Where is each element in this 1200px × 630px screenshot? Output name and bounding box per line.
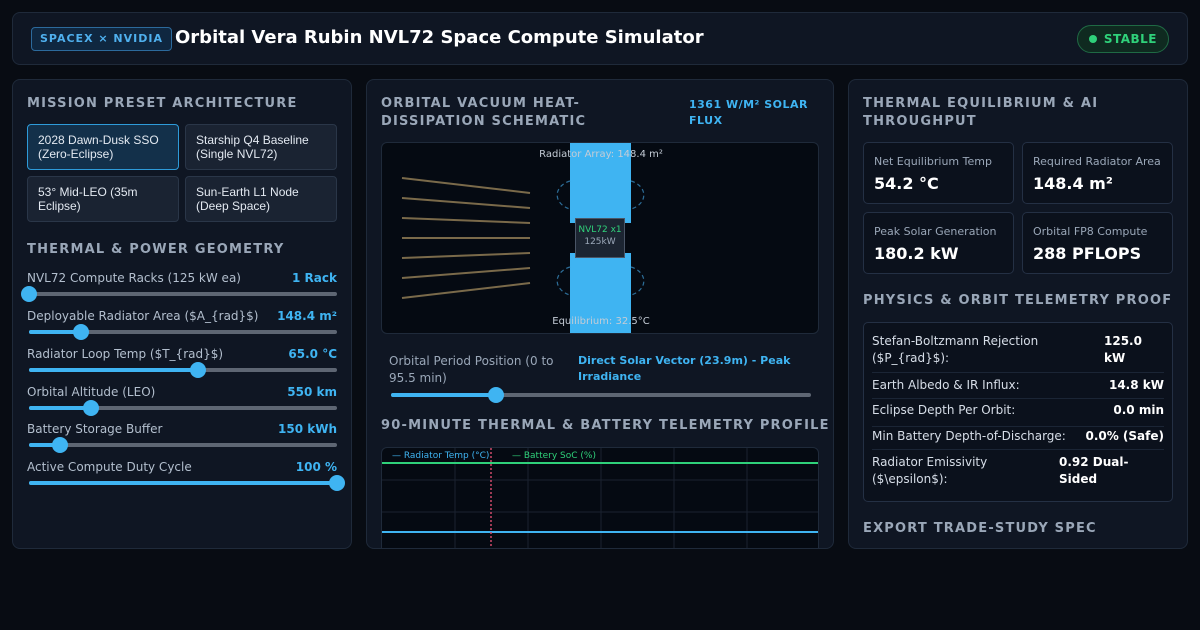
proof-section-title: PHYSICS & ORBIT TELEMETRY PROOF (863, 293, 1173, 308)
status-text: STABLE (1103, 32, 1157, 46)
altitude-slider-value: 550 km (287, 385, 337, 399)
status-dot-icon (1088, 35, 1097, 43)
metric-label: Peak Solar Generation (874, 225, 997, 238)
battery-slider[interactable] (29, 437, 337, 453)
proof-label: Stefan-Boltzmann Rejection ($P_{rad}$): (872, 334, 1039, 365)
app-header: SPACEX × NVIDIA Orbital Vera Rubin NVL72… (12, 12, 1188, 65)
slider-thumb[interactable] (190, 362, 207, 378)
table-row: Min Battery Depth-of-Discharge: 0.0% (Sa… (872, 428, 1164, 450)
equilibrium-section-title: THERMAL EQUILIBRIUM & AI THROUGHPUT (863, 96, 1099, 129)
orbit-position-label: Orbital Period Position (0 to 95.5 min) (389, 354, 554, 385)
racks-slider[interactable] (21, 286, 337, 302)
slider-thumb[interactable] (21, 286, 37, 302)
equilibrium-label: Equilibrium: 32.5°C (552, 316, 650, 327)
solar-flux-badge: 1361 W/M² SOLAR FLUX (689, 98, 808, 127)
metric-card-radiator-area: Required Radiator Area 148.4 m² (1022, 142, 1173, 204)
preset-button-dawn-dusk-sso[interactable]: 2028 Dawn-Dusk SSO (Zero-Eclipse) (27, 124, 179, 170)
altitude-slider[interactable] (29, 400, 337, 416)
legend-radiator-temp: — Radiator Temp (°C) (392, 451, 490, 461)
solar-vector-label: Direct Solar Vector (23.9m) - Peak Irrad… (578, 354, 791, 383)
slider-thumb[interactable] (82, 400, 99, 416)
preset-button-mid-leo[interactable]: 53° Mid-LEO (35m Eclipse) (27, 176, 179, 222)
proof-label: Earth Albedo & IR Influx: (872, 378, 1020, 392)
radiator-array-label: Radiator Array: 148.4 m² (539, 149, 663, 160)
heat-dissipation-schematic: Radiator Array: 148.4 m² NVL72 x1 125kW … (381, 142, 819, 334)
altitude-slider-label: Orbital Altitude (LEO) (27, 385, 156, 399)
slider-thumb[interactable] (488, 387, 504, 403)
metric-value: 288 PFLOPS (1033, 244, 1142, 263)
schematic-section-title: ORBITAL VACUUM HEAT-DISSIPATION SCHEMATI… (381, 96, 587, 129)
proof-value: 125.0 kW (1104, 334, 1142, 365)
metric-value: 54.2 °C (874, 174, 939, 193)
proof-label: Min Battery Depth-of-Discharge: (872, 429, 1066, 443)
proof-value: 0.0% (Safe) (1085, 429, 1164, 443)
slider-thumb[interactable] (329, 475, 345, 491)
slider-fill (391, 393, 496, 397)
solar-ray-icons (401, 177, 531, 299)
geometry-section-title: THERMAL & POWER GEOMETRY (27, 242, 285, 257)
coolant-loop-icon (630, 180, 645, 210)
proof-value: 0.0 min (1113, 403, 1164, 417)
proof-value: 0.92 Dual-Sided (1059, 455, 1129, 486)
metric-card-fp8-compute: Orbital FP8 Compute 288 PFLOPS (1022, 212, 1173, 274)
table-row: Radiator Emissivity ($\epsilon$): 0.92 D… (872, 454, 1164, 494)
legend-battery-soc: — Battery SoC (%) (512, 451, 596, 461)
table-row: Stefan-Boltzmann Rejection ($P_{rad}$): … (872, 333, 1164, 373)
loop-temp-slider-value: 65.0 °C (288, 347, 337, 361)
schematic-panel: ORBITAL VACUUM HEAT-DISSIPATION SCHEMATI… (366, 79, 834, 549)
metric-value: 180.2 kW (874, 244, 959, 263)
slider-thumb[interactable] (51, 437, 68, 453)
table-row: Eclipse Depth Per Orbit: 0.0 min (872, 402, 1164, 427)
orbit-position-slider[interactable] (391, 387, 811, 403)
battery-slider-value: 150 kWh (278, 422, 337, 436)
preset-button-starship-q4[interactable]: Starship Q4 Baseline (Single NVL72) (185, 124, 337, 170)
telemetry-plot (382, 448, 818, 548)
mission-config-panel: MISSION PRESET ARCHITECTURE 2028 Dawn-Du… (12, 79, 352, 549)
telemetry-section-title: 90-MINUTE THERMAL & BATTERY TELEMETRY PR… (381, 418, 830, 433)
table-row: Earth Albedo & IR Influx: 14.8 kW (872, 377, 1164, 399)
telemetry-proof-table: Stefan-Boltzmann Rejection ($P_{rad}$): … (863, 322, 1173, 502)
slider-thumb[interactable] (73, 324, 90, 340)
coolant-loop-icon (556, 266, 571, 296)
preset-button-l1-node[interactable]: Sun-Earth L1 Node (Deep Space) (185, 176, 337, 222)
loop-temp-slider[interactable] (29, 362, 337, 378)
battery-slider-label: Battery Storage Buffer (27, 422, 163, 436)
metric-card-solar-generation: Peak Solar Generation 180.2 kW (863, 212, 1014, 274)
preset-section-title: MISSION PRESET ARCHITECTURE (27, 96, 298, 111)
metric-label: Orbital FP8 Compute (1033, 225, 1148, 238)
metric-card-equilibrium-temp: Net Equilibrium Temp 54.2 °C (863, 142, 1014, 204)
duty-cycle-slider-label: Active Compute Duty Cycle (27, 460, 192, 474)
export-section-title: EXPORT TRADE-STUDY SPEC (863, 521, 1097, 536)
duty-cycle-slider-value: 100 % (295, 460, 337, 474)
brand-badge: SPACEX × NVIDIA (31, 27, 172, 51)
coolant-loop-icon (556, 180, 571, 210)
telemetry-chart: — Radiator Temp (°C) — Battery SoC (%) (381, 447, 819, 548)
racks-slider-value: 1 Rack (292, 271, 337, 285)
status-badge: STABLE (1076, 25, 1169, 53)
metric-label: Required Radiator Area (1033, 155, 1161, 168)
proof-label: Radiator Emissivity ($\epsilon$): (872, 455, 988, 486)
compute-rack-block: NVL72 x1 125kW (575, 218, 625, 258)
radiator-area-slider-value: 148.4 m² (277, 309, 337, 323)
slider-fill (29, 368, 199, 372)
slider-fill (29, 406, 91, 410)
coolant-loop-icon (630, 266, 645, 296)
metric-value: 148.4 m² (1033, 174, 1113, 193)
slider-fill (29, 481, 337, 485)
radiator-area-slider-label: Deployable Radiator Area ($A_{rad}$) (27, 309, 259, 323)
core-power: 125kW (584, 237, 616, 247)
radiator-area-slider[interactable] (29, 324, 337, 340)
page-title: Orbital Vera Rubin NVL72 Space Compute S… (175, 27, 704, 48)
duty-cycle-slider[interactable] (29, 475, 345, 491)
throughput-panel: THERMAL EQUILIBRIUM & AI THROUGHPUT Net … (848, 79, 1188, 549)
loop-temp-slider-label: Radiator Loop Temp ($T_{rad}$) (27, 347, 224, 361)
metric-label: Net Equilibrium Temp (874, 155, 992, 168)
proof-value: 14.8 kW (1108, 378, 1164, 392)
racks-slider-label: NVL72 Compute Racks (125 kW ea) (27, 271, 241, 285)
core-name: NVL72 x1 (578, 225, 622, 235)
proof-label: Eclipse Depth Per Orbit: (872, 403, 1016, 417)
